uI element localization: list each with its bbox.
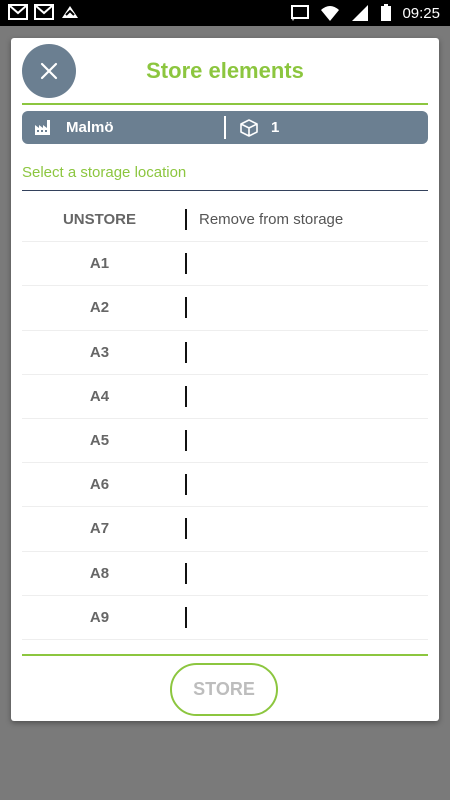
row-divider <box>185 297 187 319</box>
battery-icon <box>381 4 392 21</box>
storage-code: A2 <box>89 299 110 317</box>
store-elements-dialog: Store elements Malmö 1 Select a storage … <box>11 38 439 721</box>
storage-row-a6[interactable]: A6 <box>22 463 428 508</box>
status-bar: 09:25 <box>0 0 450 26</box>
storage-code: A8 <box>89 564 110 582</box>
storage-row-a9[interactable]: A9 <box>22 596 428 640</box>
element-count: 1 <box>271 119 280 136</box>
storage-location-list: UNSTORE Remove from storage A1 A2 A3 A4 … <box>22 198 428 640</box>
row-divider <box>185 253 187 275</box>
store-button[interactable]: STORE <box>170 663 278 716</box>
row-divider <box>185 341 187 363</box>
footer-divider <box>22 654 428 656</box>
notification-icons <box>8 3 80 21</box>
location-name: Malmö <box>66 119 114 136</box>
dialog-title: Store elements <box>146 58 304 83</box>
select-location-label: Select a storage location <box>22 164 187 181</box>
row-divider <box>185 429 187 451</box>
row-divider <box>185 474 187 496</box>
select-label-underline <box>22 190 428 191</box>
storage-code: A4 <box>89 387 110 405</box>
storage-row-a8[interactable]: A8 <box>22 552 428 596</box>
clock: 09:25 <box>402 4 440 22</box>
storage-description: Remove from storage <box>199 211 344 228</box>
storage-row-a2[interactable]: A2 <box>22 286 428 331</box>
storage-code: A9 <box>89 608 110 626</box>
row-divider <box>185 518 187 540</box>
row-divider <box>185 606 187 628</box>
storage-row-a5[interactable]: A5 <box>22 419 428 464</box>
storage-row-a3[interactable]: A3 <box>22 331 428 375</box>
close-icon <box>40 62 58 80</box>
row-divider <box>185 385 187 407</box>
cast-icon <box>291 5 310 21</box>
info-separator <box>224 116 226 139</box>
location-info-bar: Malmö 1 <box>22 111 428 144</box>
cube-icon <box>240 119 258 137</box>
storage-code: A1 <box>89 255 110 273</box>
row-divider <box>185 562 187 584</box>
app-notification-icon <box>62 6 78 18</box>
storage-row-a1[interactable]: A1 <box>22 242 428 287</box>
system-icons: 09:25 <box>290 3 440 23</box>
gmail-icon <box>8 4 28 20</box>
storage-code: A7 <box>89 520 110 538</box>
storage-row-unstore[interactable]: UNSTORE Remove from storage <box>22 198 428 243</box>
storage-code: A3 <box>89 343 110 361</box>
signal-icon <box>352 5 369 21</box>
storage-code: A5 <box>89 431 110 449</box>
close-button[interactable] <box>22 44 76 98</box>
gmail-icon <box>34 4 54 20</box>
storage-row-a7[interactable]: A7 <box>22 507 428 552</box>
factory-icon <box>35 120 50 135</box>
row-divider <box>185 209 187 230</box>
wifi-icon <box>321 6 340 21</box>
storage-row-a4[interactable]: A4 <box>22 375 428 419</box>
storage-code: A6 <box>89 476 110 494</box>
storage-code: UNSTORE <box>62 211 137 228</box>
title-divider <box>22 103 428 105</box>
